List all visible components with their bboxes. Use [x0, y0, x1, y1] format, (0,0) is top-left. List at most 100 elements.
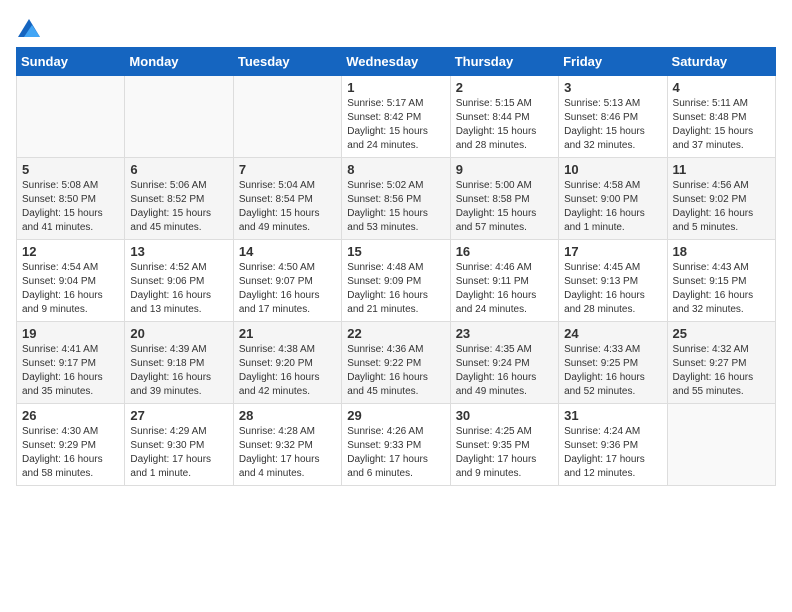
day-number: 9 — [456, 162, 553, 177]
day-info: Sunrise: 4:32 AM Sunset: 9:27 PM Dayligh… — [673, 343, 770, 399]
day-info: Sunrise: 4:54 AM Sunset: 9:04 PM Dayligh… — [22, 261, 119, 317]
day-number: 16 — [456, 244, 553, 259]
day-number: 10 — [564, 162, 661, 177]
calendar-cell: 13Sunrise: 4:52 AM Sunset: 9:06 PM Dayli… — [125, 240, 233, 322]
day-info: Sunrise: 4:25 AM Sunset: 9:35 PM Dayligh… — [456, 425, 553, 481]
calendar-week-row: 19 Sunrise: 4:41 AM Sunset: 9:17 PM Dayli… — [17, 322, 776, 404]
day-info: Sunrise: 5:15 AM Sunset: 8:44 PM Dayligh… — [456, 97, 553, 153]
day-info: Sunrise: 5:02 AM Sunset: 8:56 PM Dayligh… — [347, 179, 444, 235]
calendar-cell: 18 Sunrise: 4:43 AM Sunset: 9:15 PM Dayli… — [667, 240, 775, 322]
calendar-cell — [233, 76, 341, 158]
day-number: 27 — [130, 408, 227, 423]
day-info: Sunrise: 4:33 AM Sunset: 9:25 PM Dayligh… — [564, 343, 661, 399]
day-info: Sunrise: 4:45 AM Sunset: 9:13 PM Dayligh… — [564, 261, 661, 317]
day-number: 12 — [22, 244, 119, 259]
calendar-cell — [17, 76, 125, 158]
logo-icon — [18, 19, 40, 37]
day-info: Sunrise: 4:52 AM Sunset: 9:06 PM Dayligh… — [130, 261, 227, 317]
day-info: Sunrise: 4:36 AM Sunset: 9:22 PM Dayligh… — [347, 343, 444, 399]
calendar-cell: 16 Sunrise: 4:46 AM Sunset: 9:11 PM Dayli… — [450, 240, 558, 322]
day-info: Sunrise: 5:04 AM Sunset: 8:54 PM Dayligh… — [239, 179, 336, 235]
calendar-cell: 20 Sunrise: 4:39 AM Sunset: 9:18 PM Dayli… — [125, 322, 233, 404]
calendar-cell: 10 Sunrise: 4:58 AM Sunset: 9:00 PM Dayli… — [559, 158, 667, 240]
day-number: 14 — [239, 244, 336, 259]
day-info: Sunrise: 4:58 AM Sunset: 9:00 PM Dayligh… — [564, 179, 661, 235]
day-info: Sunrise: 5:11 AM Sunset: 8:48 PM Dayligh… — [673, 97, 770, 153]
day-number: 4 — [673, 80, 770, 95]
day-number: 5 — [22, 162, 119, 177]
calendar-cell: 12 Sunrise: 4:54 AM Sunset: 9:04 PM Dayli… — [17, 240, 125, 322]
calendar-cell: 25 Sunrise: 4:32 AM Sunset: 9:27 PM Dayli… — [667, 322, 775, 404]
day-number: 1 — [347, 80, 444, 95]
calendar-table: SundayMondayTuesdayWednesdayThursdayFrid… — [16, 47, 776, 486]
day-number: 6 — [130, 162, 227, 177]
calendar-cell: 6Sunrise: 5:06 AM Sunset: 8:52 PM Daylig… — [125, 158, 233, 240]
calendar-cell: 30 Sunrise: 4:25 AM Sunset: 9:35 PM Dayli… — [450, 404, 558, 486]
day-number: 28 — [239, 408, 336, 423]
calendar-week-row: 5 Sunrise: 5:08 AM Sunset: 8:50 PM Daylig… — [17, 158, 776, 240]
day-number: 25 — [673, 326, 770, 341]
calendar-cell: 21 Sunrise: 4:38 AM Sunset: 9:20 PM Dayli… — [233, 322, 341, 404]
day-info: Sunrise: 4:41 AM Sunset: 9:17 PM Dayligh… — [22, 343, 119, 399]
day-info: Sunrise: 4:46 AM Sunset: 9:11 PM Dayligh… — [456, 261, 553, 317]
day-number: 2 — [456, 80, 553, 95]
day-number: 26 — [22, 408, 119, 423]
calendar-cell: 11Sunrise: 4:56 AM Sunset: 9:02 PM Dayli… — [667, 158, 775, 240]
day-number: 7 — [239, 162, 336, 177]
day-number: 3 — [564, 80, 661, 95]
weekday-header-sunday: Sunday — [17, 48, 125, 76]
logo — [16, 16, 40, 37]
calendar-cell: 3 Sunrise: 5:13 AM Sunset: 8:46 PM Daylig… — [559, 76, 667, 158]
day-info: Sunrise: 4:39 AM Sunset: 9:18 PM Dayligh… — [130, 343, 227, 399]
day-number: 21 — [239, 326, 336, 341]
day-info: Sunrise: 4:35 AM Sunset: 9:24 PM Dayligh… — [456, 343, 553, 399]
calendar-cell: 8Sunrise: 5:02 AM Sunset: 8:56 PM Daylig… — [342, 158, 450, 240]
day-number: 20 — [130, 326, 227, 341]
calendar-week-row: 12 Sunrise: 4:54 AM Sunset: 9:04 PM Dayli… — [17, 240, 776, 322]
day-number: 24 — [564, 326, 661, 341]
calendar-cell: 9 Sunrise: 5:00 AM Sunset: 8:58 PM Daylig… — [450, 158, 558, 240]
weekday-header-wednesday: Wednesday — [342, 48, 450, 76]
calendar-cell: 28 Sunrise: 4:28 AM Sunset: 9:32 PM Dayli… — [233, 404, 341, 486]
day-number: 11 — [673, 162, 770, 177]
day-info: Sunrise: 4:28 AM Sunset: 9:32 PM Dayligh… — [239, 425, 336, 481]
calendar-cell: 23 Sunrise: 4:35 AM Sunset: 9:24 PM Dayli… — [450, 322, 558, 404]
weekday-header-thursday: Thursday — [450, 48, 558, 76]
day-info: Sunrise: 4:26 AM Sunset: 9:33 PM Dayligh… — [347, 425, 444, 481]
calendar-cell: 22 Sunrise: 4:36 AM Sunset: 9:22 PM Dayli… — [342, 322, 450, 404]
calendar-cell: 14 Sunrise: 4:50 AM Sunset: 9:07 PM Dayli… — [233, 240, 341, 322]
day-number: 23 — [456, 326, 553, 341]
day-info: Sunrise: 5:13 AM Sunset: 8:46 PM Dayligh… — [564, 97, 661, 153]
day-number: 18 — [673, 244, 770, 259]
day-number: 17 — [564, 244, 661, 259]
day-number: 19 — [22, 326, 119, 341]
calendar-week-row: 26Sunrise: 4:30 AM Sunset: 9:29 PM Dayli… — [17, 404, 776, 486]
day-info: Sunrise: 4:38 AM Sunset: 9:20 PM Dayligh… — [239, 343, 336, 399]
day-info: Sunrise: 4:29 AM Sunset: 9:30 PM Dayligh… — [130, 425, 227, 481]
day-info: Sunrise: 5:00 AM Sunset: 8:58 PM Dayligh… — [456, 179, 553, 235]
calendar-cell: 26Sunrise: 4:30 AM Sunset: 9:29 PM Dayli… — [17, 404, 125, 486]
calendar-cell: 31 Sunrise: 4:24 AM Sunset: 9:36 PM Dayli… — [559, 404, 667, 486]
weekday-header-friday: Friday — [559, 48, 667, 76]
day-number: 30 — [456, 408, 553, 423]
calendar-cell: 19 Sunrise: 4:41 AM Sunset: 9:17 PM Dayli… — [17, 322, 125, 404]
day-info: Sunrise: 4:24 AM Sunset: 9:36 PM Dayligh… — [564, 425, 661, 481]
day-number: 31 — [564, 408, 661, 423]
calendar-cell: 1 Sunrise: 5:17 AM Sunset: 8:42 PM Daylig… — [342, 76, 450, 158]
calendar-cell — [667, 404, 775, 486]
day-number: 15 — [347, 244, 444, 259]
calendar-cell: 24 Sunrise: 4:33 AM Sunset: 9:25 PM Dayli… — [559, 322, 667, 404]
day-info: Sunrise: 5:08 AM Sunset: 8:50 PM Dayligh… — [22, 179, 119, 235]
day-number: 29 — [347, 408, 444, 423]
calendar-week-row: 1 Sunrise: 5:17 AM Sunset: 8:42 PM Daylig… — [17, 76, 776, 158]
calendar-cell: 15 Sunrise: 4:48 AM Sunset: 9:09 PM Dayli… — [342, 240, 450, 322]
day-info: Sunrise: 5:17 AM Sunset: 8:42 PM Dayligh… — [347, 97, 444, 153]
calendar-cell: 7 Sunrise: 5:04 AM Sunset: 8:54 PM Daylig… — [233, 158, 341, 240]
day-info: Sunrise: 4:43 AM Sunset: 9:15 PM Dayligh… — [673, 261, 770, 317]
weekday-header-tuesday: Tuesday — [233, 48, 341, 76]
calendar-header-row: SundayMondayTuesdayWednesdayThursdayFrid… — [17, 48, 776, 76]
day-info: Sunrise: 4:50 AM Sunset: 9:07 PM Dayligh… — [239, 261, 336, 317]
day-info: Sunrise: 4:48 AM Sunset: 9:09 PM Dayligh… — [347, 261, 444, 317]
day-number: 22 — [347, 326, 444, 341]
calendar-cell: 29 Sunrise: 4:26 AM Sunset: 9:33 PM Dayli… — [342, 404, 450, 486]
